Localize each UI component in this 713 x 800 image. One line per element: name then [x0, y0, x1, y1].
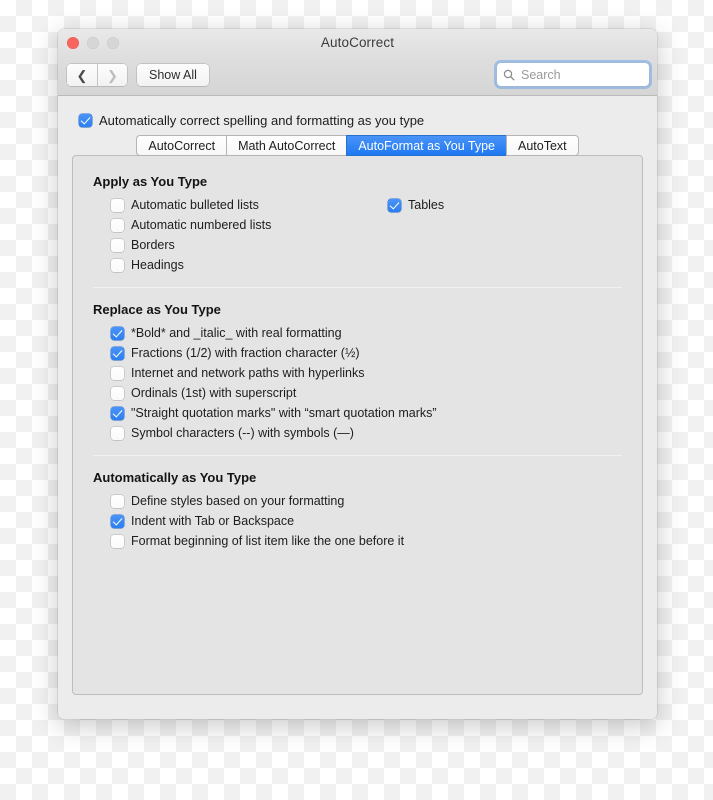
window-titlebar[interactable]: AutoCorrect	[58, 29, 657, 58]
section-title: Apply as You Type	[93, 174, 208, 189]
option-checkbox[interactable]	[111, 406, 124, 420]
option-label: Automatic bulleted lists	[131, 198, 259, 212]
tab-autoformat-as-you-type[interactable]: AutoFormat as You Type	[346, 135, 506, 156]
back-button[interactable]: ❮	[67, 64, 97, 86]
option-label: Headings	[131, 258, 184, 272]
option-label: Define styles based on your formatting	[131, 494, 345, 508]
section-divider	[93, 287, 622, 288]
option-bold-italic-formatting[interactable]: *Bold* and _italic_ with real formatting	[111, 323, 622, 343]
option-label: Indent with Tab or Backspace	[131, 514, 295, 528]
option-checkbox[interactable]	[111, 346, 124, 360]
option-smart-quotation-marks[interactable]: "Straight quotation marks" with “smart q…	[111, 403, 622, 423]
option-tables[interactable]: Tables	[388, 195, 444, 215]
option-label: Ordinals (1st) with superscript	[131, 386, 297, 400]
master-autocorrect-label: Automatically correct spelling and forma…	[99, 113, 425, 128]
option-label: Automatic numbered lists	[131, 218, 272, 232]
option-list-left: *Bold* and _italic_ with real formatting…	[93, 323, 622, 443]
option-list-left: Define styles based on your formatting I…	[93, 491, 622, 551]
show-all-button[interactable]: Show All	[137, 64, 209, 86]
option-symbol-characters[interactable]: Symbol characters (--) with symbols (—)	[111, 423, 622, 443]
master-autocorrect-checkbox[interactable]	[79, 114, 92, 127]
preferences-toolbar: ❮ ❯ Show All	[58, 58, 657, 96]
option-checkbox[interactable]	[111, 218, 124, 232]
autoformat-panel: Apply as You Type Automatic bulleted lis…	[72, 155, 643, 695]
tab-autocorrect[interactable]: AutoCorrect	[136, 135, 227, 156]
option-label: "Straight quotation marks" with “smart q…	[131, 406, 437, 420]
tab-label: AutoText	[518, 138, 567, 153]
option-list-left: Automatic bulleted lists Automatic numbe…	[93, 195, 622, 275]
option-checkbox[interactable]	[111, 258, 124, 272]
option-checkbox[interactable]	[111, 198, 124, 212]
screenshot-canvas: AutoCorrect ❮ ❯ Show All Search Automati…	[0, 0, 713, 800]
tab-label: Math AutoCorrect	[238, 138, 336, 153]
nav-button-group: ❮ ❯	[67, 64, 127, 86]
option-ordinals-superscript[interactable]: Ordinals (1st) with superscript	[111, 383, 622, 403]
option-list-right: Tables	[388, 195, 444, 215]
section-columns: Automatic bulleted lists Automatic numbe…	[93, 195, 622, 275]
option-label: Fractions (1/2) with fraction character …	[131, 346, 360, 360]
preferences-body: Automatically correct spelling and forma…	[58, 96, 657, 719]
section-replace-as-you-type: Replace as You Type *Bold* and _italic_ …	[93, 302, 622, 443]
autocorrect-preferences-window: AutoCorrect ❮ ❯ Show All Search Automati…	[58, 29, 657, 719]
option-checkbox[interactable]	[111, 386, 124, 400]
section-divider	[93, 455, 622, 456]
option-checkbox[interactable]	[111, 326, 124, 340]
option-checkbox[interactable]	[111, 534, 124, 548]
option-format-list-item[interactable]: Format beginning of list item like the o…	[111, 531, 622, 551]
option-label: *Bold* and _italic_ with real formatting	[131, 326, 342, 340]
tab-autotext[interactable]: AutoText	[506, 135, 579, 156]
search-input[interactable]	[519, 66, 643, 83]
window-title: AutoCorrect	[320, 35, 395, 50]
section-title: Replace as You Type	[93, 302, 221, 317]
option-checkbox[interactable]	[111, 426, 124, 440]
option-checkbox[interactable]	[388, 198, 401, 212]
option-checkbox[interactable]	[111, 366, 124, 380]
option-label: Format beginning of list item like the o…	[131, 534, 405, 548]
option-checkbox[interactable]	[111, 494, 124, 508]
option-checkbox[interactable]	[111, 514, 124, 528]
option-checkbox[interactable]	[111, 238, 124, 252]
option-borders[interactable]: Borders	[111, 235, 622, 255]
tab-math-autocorrect[interactable]: Math AutoCorrect	[226, 135, 347, 156]
option-headings[interactable]: Headings	[111, 255, 622, 275]
option-label: Tables	[408, 198, 445, 212]
chevron-left-icon: ❮	[76, 67, 88, 83]
option-fractions[interactable]: Fractions (1/2) with fraction character …	[111, 343, 622, 363]
section-title: Automatically as You Type	[93, 470, 257, 485]
option-indent-with-tab[interactable]: Indent with Tab or Backspace	[111, 511, 622, 531]
option-internet-paths-hyperlinks[interactable]: Internet and network paths with hyperlin…	[111, 363, 622, 383]
option-label: Borders	[131, 238, 175, 252]
option-label: Symbol characters (--) with symbols (—)	[131, 426, 354, 440]
tab-label: AutoCorrect	[148, 138, 216, 153]
search-icon	[503, 69, 515, 80]
section-automatically-as-you-type: Automatically as You Type Define styles …	[93, 470, 622, 551]
forward-button: ❯	[97, 64, 127, 86]
option-define-styles[interactable]: Define styles based on your formatting	[111, 491, 622, 511]
tab-label: AutoFormat as You Type	[358, 138, 495, 153]
master-autocorrect-checkbox-row[interactable]: Automatically correct spelling and forma…	[79, 113, 643, 128]
show-all-label: Show All	[149, 68, 197, 82]
tab-bar: AutoCorrect Math AutoCorrect AutoFormat …	[72, 135, 643, 156]
search-field[interactable]	[497, 63, 649, 86]
option-label: Internet and network paths with hyperlin…	[131, 366, 365, 380]
option-automatic-bulleted-lists[interactable]: Automatic bulleted lists	[111, 195, 622, 215]
option-automatic-numbered-lists[interactable]: Automatic numbered lists	[111, 215, 622, 235]
section-apply-as-you-type: Apply as You Type Automatic bulleted lis…	[93, 174, 622, 275]
chevron-right-icon: ❯	[107, 67, 118, 83]
